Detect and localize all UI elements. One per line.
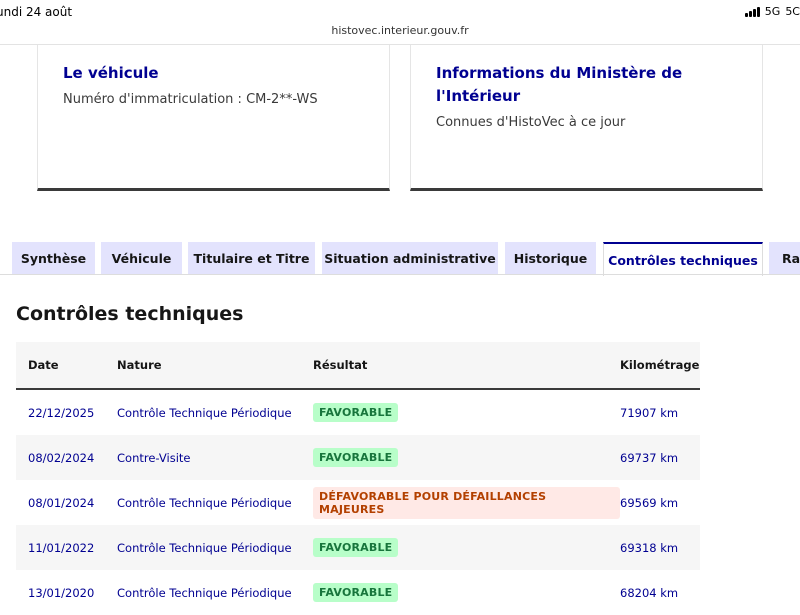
row-mileage: 71907 km xyxy=(620,405,679,420)
status-indicators: 5G 5C xyxy=(744,5,800,18)
ministry-card: Informations du Ministère de l'Intérieur… xyxy=(410,45,763,191)
table-header-row: Date Nature Résultat Kilométrage xyxy=(16,342,700,390)
status-badge: FAVORABLE xyxy=(313,538,399,557)
tab-synthese[interactable]: Synthèse xyxy=(12,242,95,274)
address-bar-url[interactable]: histovec.interieur.gouv.fr xyxy=(0,24,800,37)
vehicle-card-title: Le véhicule xyxy=(63,64,159,82)
column-header-date: Date xyxy=(16,342,117,390)
row-result-cell: FAVORABLE xyxy=(313,525,620,570)
tab-vehicule[interactable]: Véhicule xyxy=(101,242,182,274)
row-date: 11/01/2022 xyxy=(16,525,117,570)
row-nature: Contrôle Technique Périodique xyxy=(117,405,292,420)
row-mileage: 68204 km xyxy=(620,585,679,600)
tab-situation-administrative[interactable]: Situation administrative xyxy=(322,242,498,274)
table-row: 22/12/2025 Contrôle Technique Périodique… xyxy=(16,389,700,435)
tab-panel: Contrôles techniques Date Nature Résulta… xyxy=(0,275,800,602)
tab-list: Synthèse Véhicule Titulaire et Titre Sit… xyxy=(0,242,800,276)
row-mileage: 69737 km xyxy=(620,435,700,480)
row-result-cell: FAVORABLE xyxy=(313,435,620,480)
row-date: 22/12/2025 xyxy=(28,405,95,420)
status-bar: undi 24 août 5G 5C histovec.interieur.go… xyxy=(0,0,800,45)
tab-controles-techniques[interactable]: Contrôles techniques xyxy=(603,242,763,276)
row-result-cell: FAVORABLE xyxy=(313,389,620,435)
column-header-result: Résultat xyxy=(313,342,620,390)
status-badge: FAVORABLE xyxy=(313,448,399,467)
row-nature: Contrôle Technique Périodique xyxy=(117,585,292,600)
status-badge: FAVORABLE xyxy=(313,583,399,602)
status-badge: FAVORABLE xyxy=(313,403,399,422)
row-mileage: 69569 km xyxy=(620,495,679,510)
row-date: 08/02/2024 xyxy=(16,435,117,480)
row-result-cell: DÉFAVORABLE POUR DÉFAILLANCES MAJEURES xyxy=(313,480,620,525)
ministry-card-text: Connues d'HistoVec à ce jour xyxy=(436,115,626,130)
table-row: 08/02/2024 Contre-Visite FAVORABLE 69737… xyxy=(16,435,700,480)
ministry-card-title: Informations du Ministère de l'Intérieur xyxy=(436,64,683,105)
table-row: 08/01/2024 Contrôle Technique Périodique… xyxy=(16,480,700,525)
tab-titulaire[interactable]: Titulaire et Titre xyxy=(188,242,315,274)
technical-inspections-table: Date Nature Résultat Kilométrage 22/12/2… xyxy=(16,342,700,615)
row-nature: Contre-Visite xyxy=(117,435,313,480)
tab-rapport[interactable]: Rap xyxy=(769,242,800,274)
column-header-nature: Nature xyxy=(117,342,313,390)
row-date: 13/01/2020 xyxy=(28,585,95,600)
column-header-mileage: Kilométrage xyxy=(620,342,700,390)
row-result-cell: FAVORABLE xyxy=(313,570,620,615)
signal-icon xyxy=(744,6,760,17)
row-nature: Contrôle Technique Périodique xyxy=(117,495,292,510)
tab-historique[interactable]: Historique xyxy=(505,242,596,274)
status-time: undi 24 août xyxy=(0,5,73,19)
network-label: 5G xyxy=(764,5,781,18)
vehicle-card: Le véhicule Numéro d'immatriculation : C… xyxy=(37,45,390,191)
status-badge: DÉFAVORABLE POUR DÉFAILLANCES MAJEURES xyxy=(313,486,620,519)
table-row: 13/01/2020 Contrôle Technique Périodique… xyxy=(16,570,700,615)
row-nature: Contrôle Technique Périodique xyxy=(117,525,313,570)
battery-label: 5C xyxy=(785,5,800,18)
row-date: 08/01/2024 xyxy=(28,495,95,510)
vehicle-card-text: Numéro d'immatriculation : CM-2**-WS xyxy=(63,92,318,107)
table-row: 11/01/2022 Contrôle Technique Périodique… xyxy=(16,525,700,570)
row-mileage: 69318 km xyxy=(620,525,700,570)
section-title: Contrôles techniques xyxy=(16,303,244,325)
